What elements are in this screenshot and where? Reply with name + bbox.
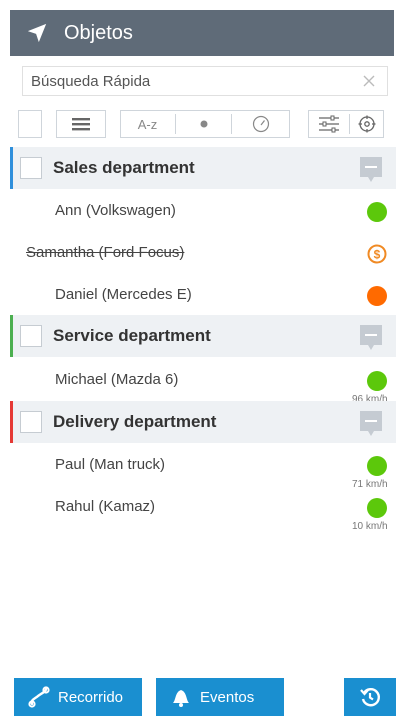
list-item[interactable]: Michael (Mazda 6) 96 km/h	[10, 361, 396, 405]
menu-lines-icon	[72, 118, 90, 131]
group-name: Sales department	[53, 158, 195, 177]
page-title: Objetos	[64, 21, 133, 44]
object-toolbar: A-z	[0, 110, 396, 138]
group-name: Service department	[53, 326, 211, 345]
collapse-icon[interactable]	[360, 157, 382, 183]
navigation-arrow-icon	[27, 23, 47, 43]
events-button-label: Eventos	[200, 688, 255, 706]
sort-alpha-button[interactable]: A-z	[120, 110, 175, 138]
group-accent-bar	[10, 401, 13, 443]
track-button[interactable]: Recorrido	[14, 678, 142, 716]
group-service-department[interactable]: Service department	[10, 315, 396, 357]
route-icon	[28, 686, 50, 708]
track-button-label: Recorrido	[58, 688, 124, 706]
sort-alpha-label: A-z	[137, 116, 158, 132]
list-item[interactable]: Rahul (Kamaz) 10 km/h	[10, 488, 396, 532]
collapse-icon[interactable]	[360, 325, 382, 351]
events-button[interactable]: Eventos	[156, 678, 284, 716]
bell-icon	[173, 690, 189, 707]
locate-button[interactable]	[350, 110, 384, 138]
crosshair-icon	[358, 115, 376, 133]
dot-icon	[200, 120, 207, 128]
group-sales-department[interactable]: Sales department	[10, 147, 396, 189]
group-accent-bar	[10, 147, 13, 189]
list-item[interactable]: Paul (Man truck) 71 km/h	[10, 446, 396, 490]
status-dot-green	[367, 456, 387, 476]
clear-search-icon[interactable]	[361, 73, 377, 89]
object-name: Rahul (Kamaz)	[55, 498, 156, 515]
status-dot-green	[367, 498, 387, 518]
list-item[interactable]: Daniel (Mercedes E)	[10, 276, 396, 316]
list-item[interactable]: Samantha (Ford Focus) $	[10, 234, 396, 274]
speedometer-icon	[252, 115, 270, 133]
speed-label: 10 km/h	[352, 521, 388, 532]
object-name: Samantha (Ford Focus)	[26, 244, 185, 261]
list-view-button[interactable]	[56, 110, 106, 138]
dollar-coin-icon: $	[367, 244, 387, 264]
bottom-actions: Recorrido Eventos	[0, 678, 396, 717]
group-delivery-department[interactable]: Delivery department	[10, 401, 396, 443]
search-input[interactable]	[23, 71, 361, 91]
svg-text:$: $	[374, 248, 381, 262]
history-button[interactable]	[344, 678, 396, 716]
history-icon	[360, 688, 380, 707]
objects-header: Objetos	[10, 10, 394, 56]
sliders-icon	[318, 115, 339, 133]
group-checkbox[interactable]	[20, 325, 42, 347]
list-item[interactable]: Ann (Volkswagen)	[10, 192, 396, 232]
object-name: Paul (Man truck)	[55, 456, 166, 473]
group-checkbox[interactable]	[20, 411, 42, 433]
quick-search	[22, 66, 388, 96]
status-dot-green	[367, 202, 387, 222]
status-dot-orange	[367, 286, 387, 306]
group-accent-bar	[10, 315, 13, 357]
object-name: Daniel (Mercedes E)	[55, 286, 192, 303]
status-dot-green	[367, 371, 387, 391]
object-name: Ann (Volkswagen)	[55, 202, 176, 219]
group-checkbox[interactable]	[20, 157, 42, 179]
group-name: Delivery department	[53, 412, 217, 431]
sort-status-button[interactable]	[176, 110, 231, 138]
select-all-checkbox[interactable]	[18, 110, 42, 138]
collapse-icon[interactable]	[360, 411, 382, 437]
sort-speed-button[interactable]	[232, 110, 290, 138]
object-name: Michael (Mazda 6)	[55, 371, 179, 388]
filter-settings-button[interactable]	[308, 110, 349, 138]
